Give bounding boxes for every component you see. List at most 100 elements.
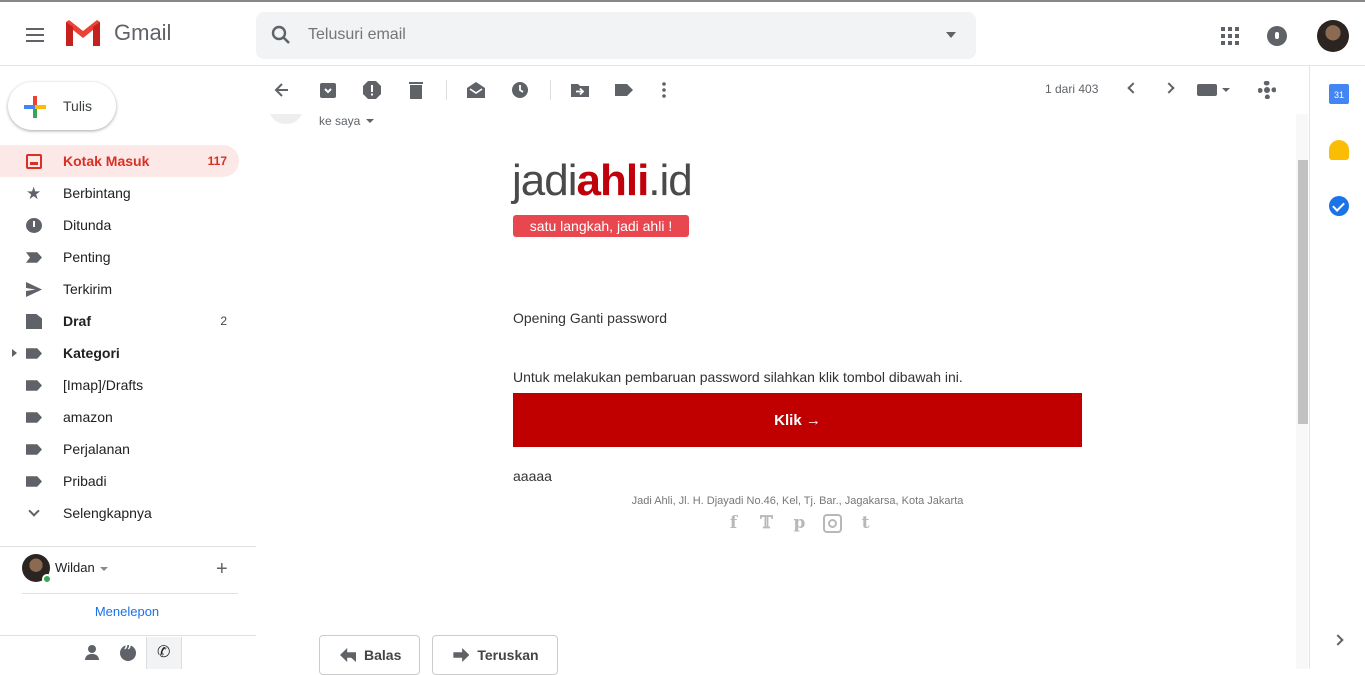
sidebar-item-categories[interactable]: Kategori xyxy=(0,337,239,369)
label-icon xyxy=(26,380,42,391)
tumblr-icon[interactable]: t xyxy=(856,514,875,533)
search-bar[interactable] xyxy=(256,12,976,59)
sidebar-item-drafts[interactable]: Draf 2 xyxy=(0,305,239,337)
star-icon: ★ xyxy=(26,184,42,203)
search-icon[interactable] xyxy=(270,24,292,46)
label-icon[interactable] xyxy=(614,80,634,100)
sidebar-item-label: Pribadi xyxy=(63,473,107,489)
sidebar-item-label: Kategori xyxy=(63,345,120,361)
calendar-day: 31 xyxy=(1333,90,1344,100)
call-link[interactable]: Menelepon xyxy=(0,604,254,619)
message-toolbar: 1 dari 403 xyxy=(256,66,1308,114)
reply-actions: Balas Teruskan xyxy=(319,635,558,675)
recipient-line: ke saya xyxy=(319,114,361,128)
person-icon xyxy=(84,645,100,661)
divider xyxy=(22,593,238,594)
keep-icon[interactable] xyxy=(1329,140,1349,160)
message-view: ke saya jadiahli.id satu langkah, jadi a… xyxy=(256,114,1296,669)
account-area xyxy=(1205,2,1365,68)
pinterest-icon[interactable]: p xyxy=(790,514,809,533)
sidebar-item-starred[interactable]: ★ Berbintang xyxy=(0,177,239,209)
gmail-m-icon xyxy=(66,20,100,46)
side-panel: 31 xyxy=(1309,66,1365,669)
sidebar-item-label: Penting xyxy=(63,249,111,265)
user-name: Wildan xyxy=(55,560,95,575)
compose-button[interactable]: Tulis xyxy=(8,82,116,130)
email-extra-text: aaaaa xyxy=(513,468,552,484)
scrollbar-thumb[interactable] xyxy=(1298,160,1308,424)
input-tools-caret-icon[interactable] xyxy=(1222,88,1230,92)
gmail-logo[interactable]: Gmail xyxy=(64,18,171,48)
sidebar-item-imap-drafts[interactable]: [Imap]/Drafts xyxy=(0,369,239,401)
unread-count: 117 xyxy=(207,154,227,168)
search-input[interactable] xyxy=(308,20,928,50)
sidebar-item-label: Perjalanan xyxy=(63,441,130,457)
sidebar-item-travel[interactable]: Perjalanan xyxy=(0,433,239,465)
reply-label: Balas xyxy=(364,647,402,663)
hangouts-user[interactable]: Wildan + xyxy=(22,554,242,584)
sidebar-item-snoozed[interactable]: Ditunda xyxy=(0,209,239,241)
tab-contacts[interactable] xyxy=(74,637,110,669)
keyboard-icon[interactable] xyxy=(1197,84,1217,96)
facebook-icon[interactable]: f xyxy=(724,514,743,533)
settings-gear-icon[interactable] xyxy=(1258,81,1276,99)
pager-count: 1 dari 403 xyxy=(1045,82,1099,96)
newer-chevron-icon[interactable] xyxy=(1127,82,1139,94)
send-icon xyxy=(26,282,42,297)
calendar-icon[interactable]: 31 xyxy=(1329,84,1349,104)
sidebar-item-sent[interactable]: Terkirim xyxy=(0,273,239,305)
compose-label: Tulis xyxy=(63,98,93,114)
caret-down-icon[interactable] xyxy=(100,567,108,571)
add-contact-icon[interactable]: + xyxy=(216,558,228,581)
account-avatar[interactable] xyxy=(1317,20,1349,52)
sidebar-item-personal[interactable]: Pribadi xyxy=(0,465,239,497)
email-heading-text: Opening Ganti password xyxy=(513,310,668,326)
reply-icon xyxy=(340,648,356,662)
main-menu-button[interactable] xyxy=(22,24,48,46)
brand-highlight: ahli xyxy=(576,156,650,205)
show-details-caret-icon[interactable] xyxy=(366,119,374,123)
sidebar-item-important[interactable]: Penting xyxy=(0,241,239,273)
email-instruction-text: Untuk melakukan pembaruan password silah… xyxy=(513,369,963,385)
more-vert-icon[interactable] xyxy=(654,80,674,100)
forward-icon xyxy=(453,648,470,662)
report-spam-icon[interactable] xyxy=(362,80,382,100)
clock-icon xyxy=(26,218,42,233)
sidebar-item-more[interactable]: Selengkapnya xyxy=(0,497,239,529)
sidebar-item-label: Berbintang xyxy=(63,185,131,201)
sidebar-item-label: Draf xyxy=(63,313,92,329)
label-icon xyxy=(26,444,42,455)
expand-arrow-icon[interactable] xyxy=(12,349,17,357)
notifications-icon[interactable] xyxy=(1267,26,1287,46)
sidebar-item-label: [Imap]/Drafts xyxy=(63,377,144,393)
footer-address: Jadi Ahli, Jl. H. Djayadi No.46, Kel, Tj… xyxy=(631,495,964,507)
twitter-icon[interactable]: 𝕋 xyxy=(757,514,776,533)
chevron-down-icon xyxy=(28,505,40,517)
sidebar-item-inbox[interactable]: Kotak Masuk 117 xyxy=(0,145,239,177)
brand-prefix: jadi xyxy=(512,156,577,205)
mark-unread-icon[interactable] xyxy=(466,80,486,100)
sidebar-item-label: Kotak Masuk xyxy=(63,153,150,169)
sidebar-item-label: Terkirim xyxy=(63,281,112,297)
archive-icon[interactable] xyxy=(318,80,338,100)
inbox-icon xyxy=(26,154,42,169)
delete-icon[interactable] xyxy=(406,80,426,100)
instagram-icon[interactable] xyxy=(823,514,842,533)
tasks-icon[interactable] xyxy=(1329,196,1349,216)
chat-bubble-icon xyxy=(120,642,136,663)
move-to-icon[interactable] xyxy=(570,80,590,100)
expand-panel-chevron-icon[interactable] xyxy=(1332,634,1344,646)
search-options-dropdown-icon[interactable] xyxy=(946,32,956,38)
older-chevron-icon[interactable] xyxy=(1163,82,1175,94)
forward-button[interactable]: Teruskan xyxy=(432,635,558,675)
sidebar-item-amazon[interactable]: amazon xyxy=(0,401,239,433)
reply-button[interactable]: Balas xyxy=(319,635,421,675)
apps-grid-icon[interactable] xyxy=(1221,27,1239,45)
label-icon xyxy=(26,412,42,423)
reset-password-cta-button[interactable]: Klik → xyxy=(513,393,1082,447)
snooze-clock-icon[interactable] xyxy=(510,80,530,100)
tab-chat[interactable] xyxy=(110,637,146,669)
back-arrow-icon[interactable] xyxy=(272,80,292,100)
important-icon xyxy=(26,252,42,263)
tab-phone[interactable]: ✆ xyxy=(146,637,182,669)
